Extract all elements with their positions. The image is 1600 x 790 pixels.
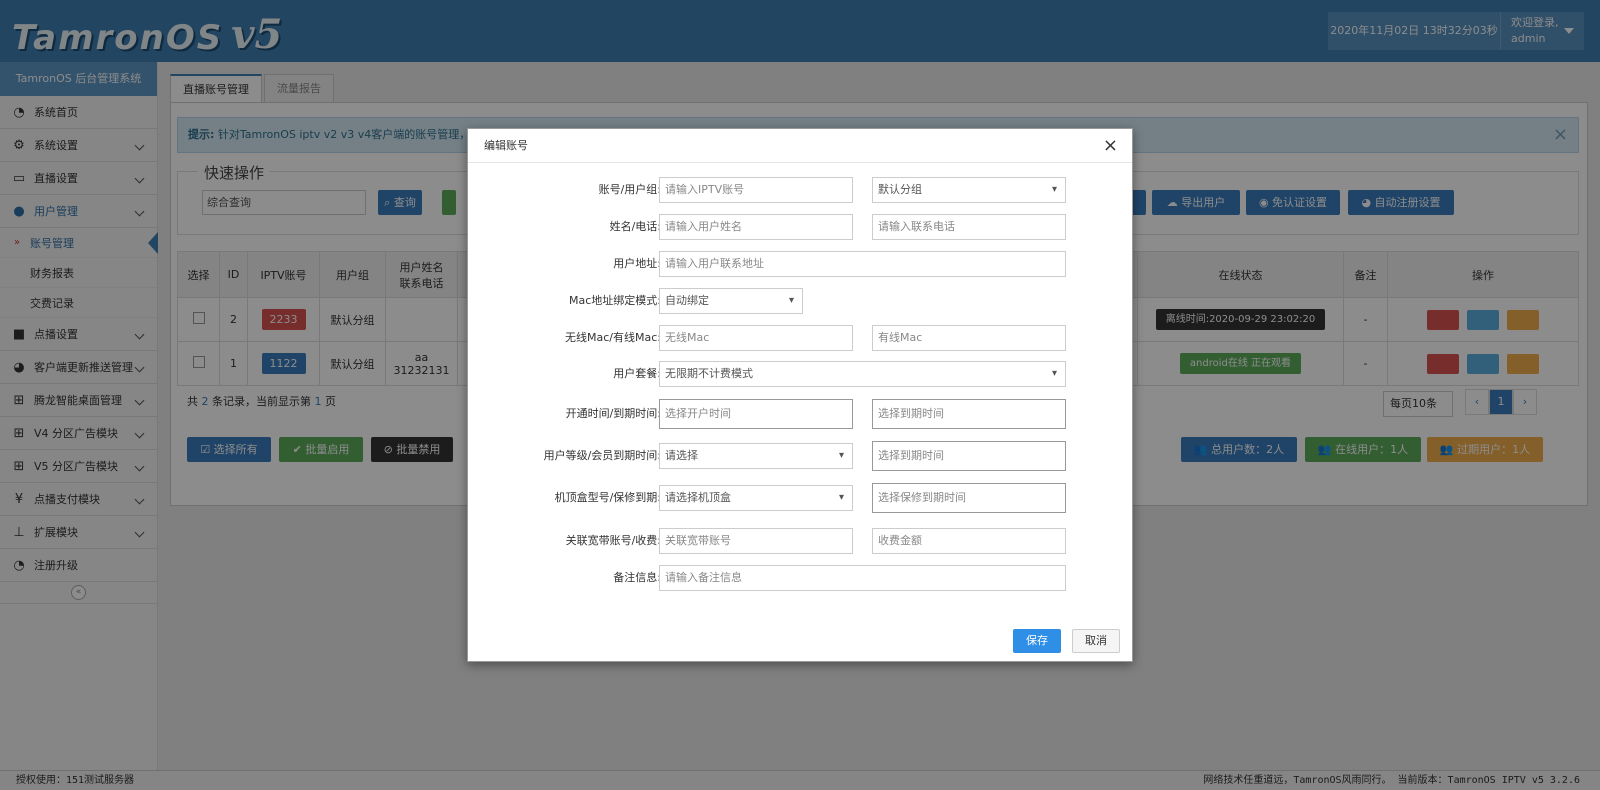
member-expire-input[interactable]: 选择到期时间 xyxy=(872,441,1066,471)
fee-input[interactable]: 收费金额 xyxy=(872,528,1066,554)
dialog-title: 编辑账号 xyxy=(484,139,528,152)
row-plan: 用户套餐: 无限期不计费模式 xyxy=(468,361,1134,387)
cancel-button[interactable]: 取消 xyxy=(1072,629,1120,653)
row-mac: 无线Mac/有线Mac: 无线Mac 有线Mac xyxy=(468,325,1134,351)
mac-label: 无线Mac/有线Mac: xyxy=(565,331,661,344)
expire-time-input[interactable]: 选择到期时间 xyxy=(872,399,1066,429)
wired-mac-input[interactable]: 有线Mac xyxy=(872,325,1066,351)
save-button[interactable]: 保存 xyxy=(1013,629,1061,653)
remark-label: 备注信息: xyxy=(613,571,661,584)
iptv-account-input[interactable]: 请输入IPTV账号 xyxy=(659,177,853,203)
broadband-input[interactable]: 关联宽带账号 xyxy=(659,528,853,554)
plan-label: 用户套餐: xyxy=(613,367,661,380)
account-group-label: 账号/用户组: xyxy=(598,183,661,196)
wifi-mac-input[interactable]: 无线Mac xyxy=(659,325,853,351)
row-broadband: 关联宽带账号/收费: 关联宽带账号 收费金额 xyxy=(468,528,1134,554)
stb-label: 机顶盒型号/保修到期: xyxy=(554,491,661,504)
close-icon[interactable]: × xyxy=(1103,129,1118,163)
user-name-input[interactable]: 请输入用户姓名 xyxy=(659,214,853,240)
row-level: 用户等级/会员到期时间: 请选择 选择到期时间 xyxy=(468,441,1134,471)
mac-mode-select[interactable]: 自动绑定 xyxy=(659,288,803,314)
edit-account-dialog: 编辑账号 × 账号/用户组: 请输入IPTV账号 默认分组 姓名/电话: 请输入… xyxy=(467,128,1133,662)
time-label: 开通时间/到期时间: xyxy=(565,407,661,420)
row-remark: 备注信息: 请输入备注信息 xyxy=(468,565,1134,591)
stb-select[interactable]: 请选择机顶盒 xyxy=(659,485,853,511)
row-name-phone: 姓名/电话: 请输入用户姓名 请输入联系电话 xyxy=(468,214,1134,240)
address-input[interactable]: 请输入用户联系地址 xyxy=(659,251,1066,277)
broadband-label: 关联宽带账号/收费: xyxy=(565,534,661,547)
row-time: 开通时间/到期时间: 选择开户时间 选择到期时间 xyxy=(468,399,1134,429)
user-group-select[interactable]: 默认分组 xyxy=(872,177,1066,203)
name-phone-label: 姓名/电话: xyxy=(609,220,661,233)
row-address: 用户地址: 请输入用户联系地址 xyxy=(468,251,1134,277)
row-stb: 机顶盒型号/保修到期: 请选择机顶盒 选择保修到期时间 xyxy=(468,483,1134,513)
plan-select[interactable]: 无限期不计费模式 xyxy=(659,361,1066,387)
row-mac-mode: Mac地址绑定模式: 自动绑定 xyxy=(468,288,1134,314)
phone-input[interactable]: 请输入联系电话 xyxy=(872,214,1066,240)
mac-mode-label: Mac地址绑定模式: xyxy=(569,294,661,307)
remark-input[interactable]: 请输入备注信息 xyxy=(659,565,1066,591)
address-label: 用户地址: xyxy=(613,257,661,270)
level-label: 用户等级/会员到期时间: xyxy=(543,449,661,462)
open-time-input[interactable]: 选择开户时间 xyxy=(659,399,853,429)
row-account-group: 账号/用户组: 请输入IPTV账号 默认分组 xyxy=(468,177,1134,203)
level-select[interactable]: 请选择 xyxy=(659,443,853,469)
dialog-header: 编辑账号 × xyxy=(468,129,1132,163)
warranty-input[interactable]: 选择保修到期时间 xyxy=(872,483,1066,513)
